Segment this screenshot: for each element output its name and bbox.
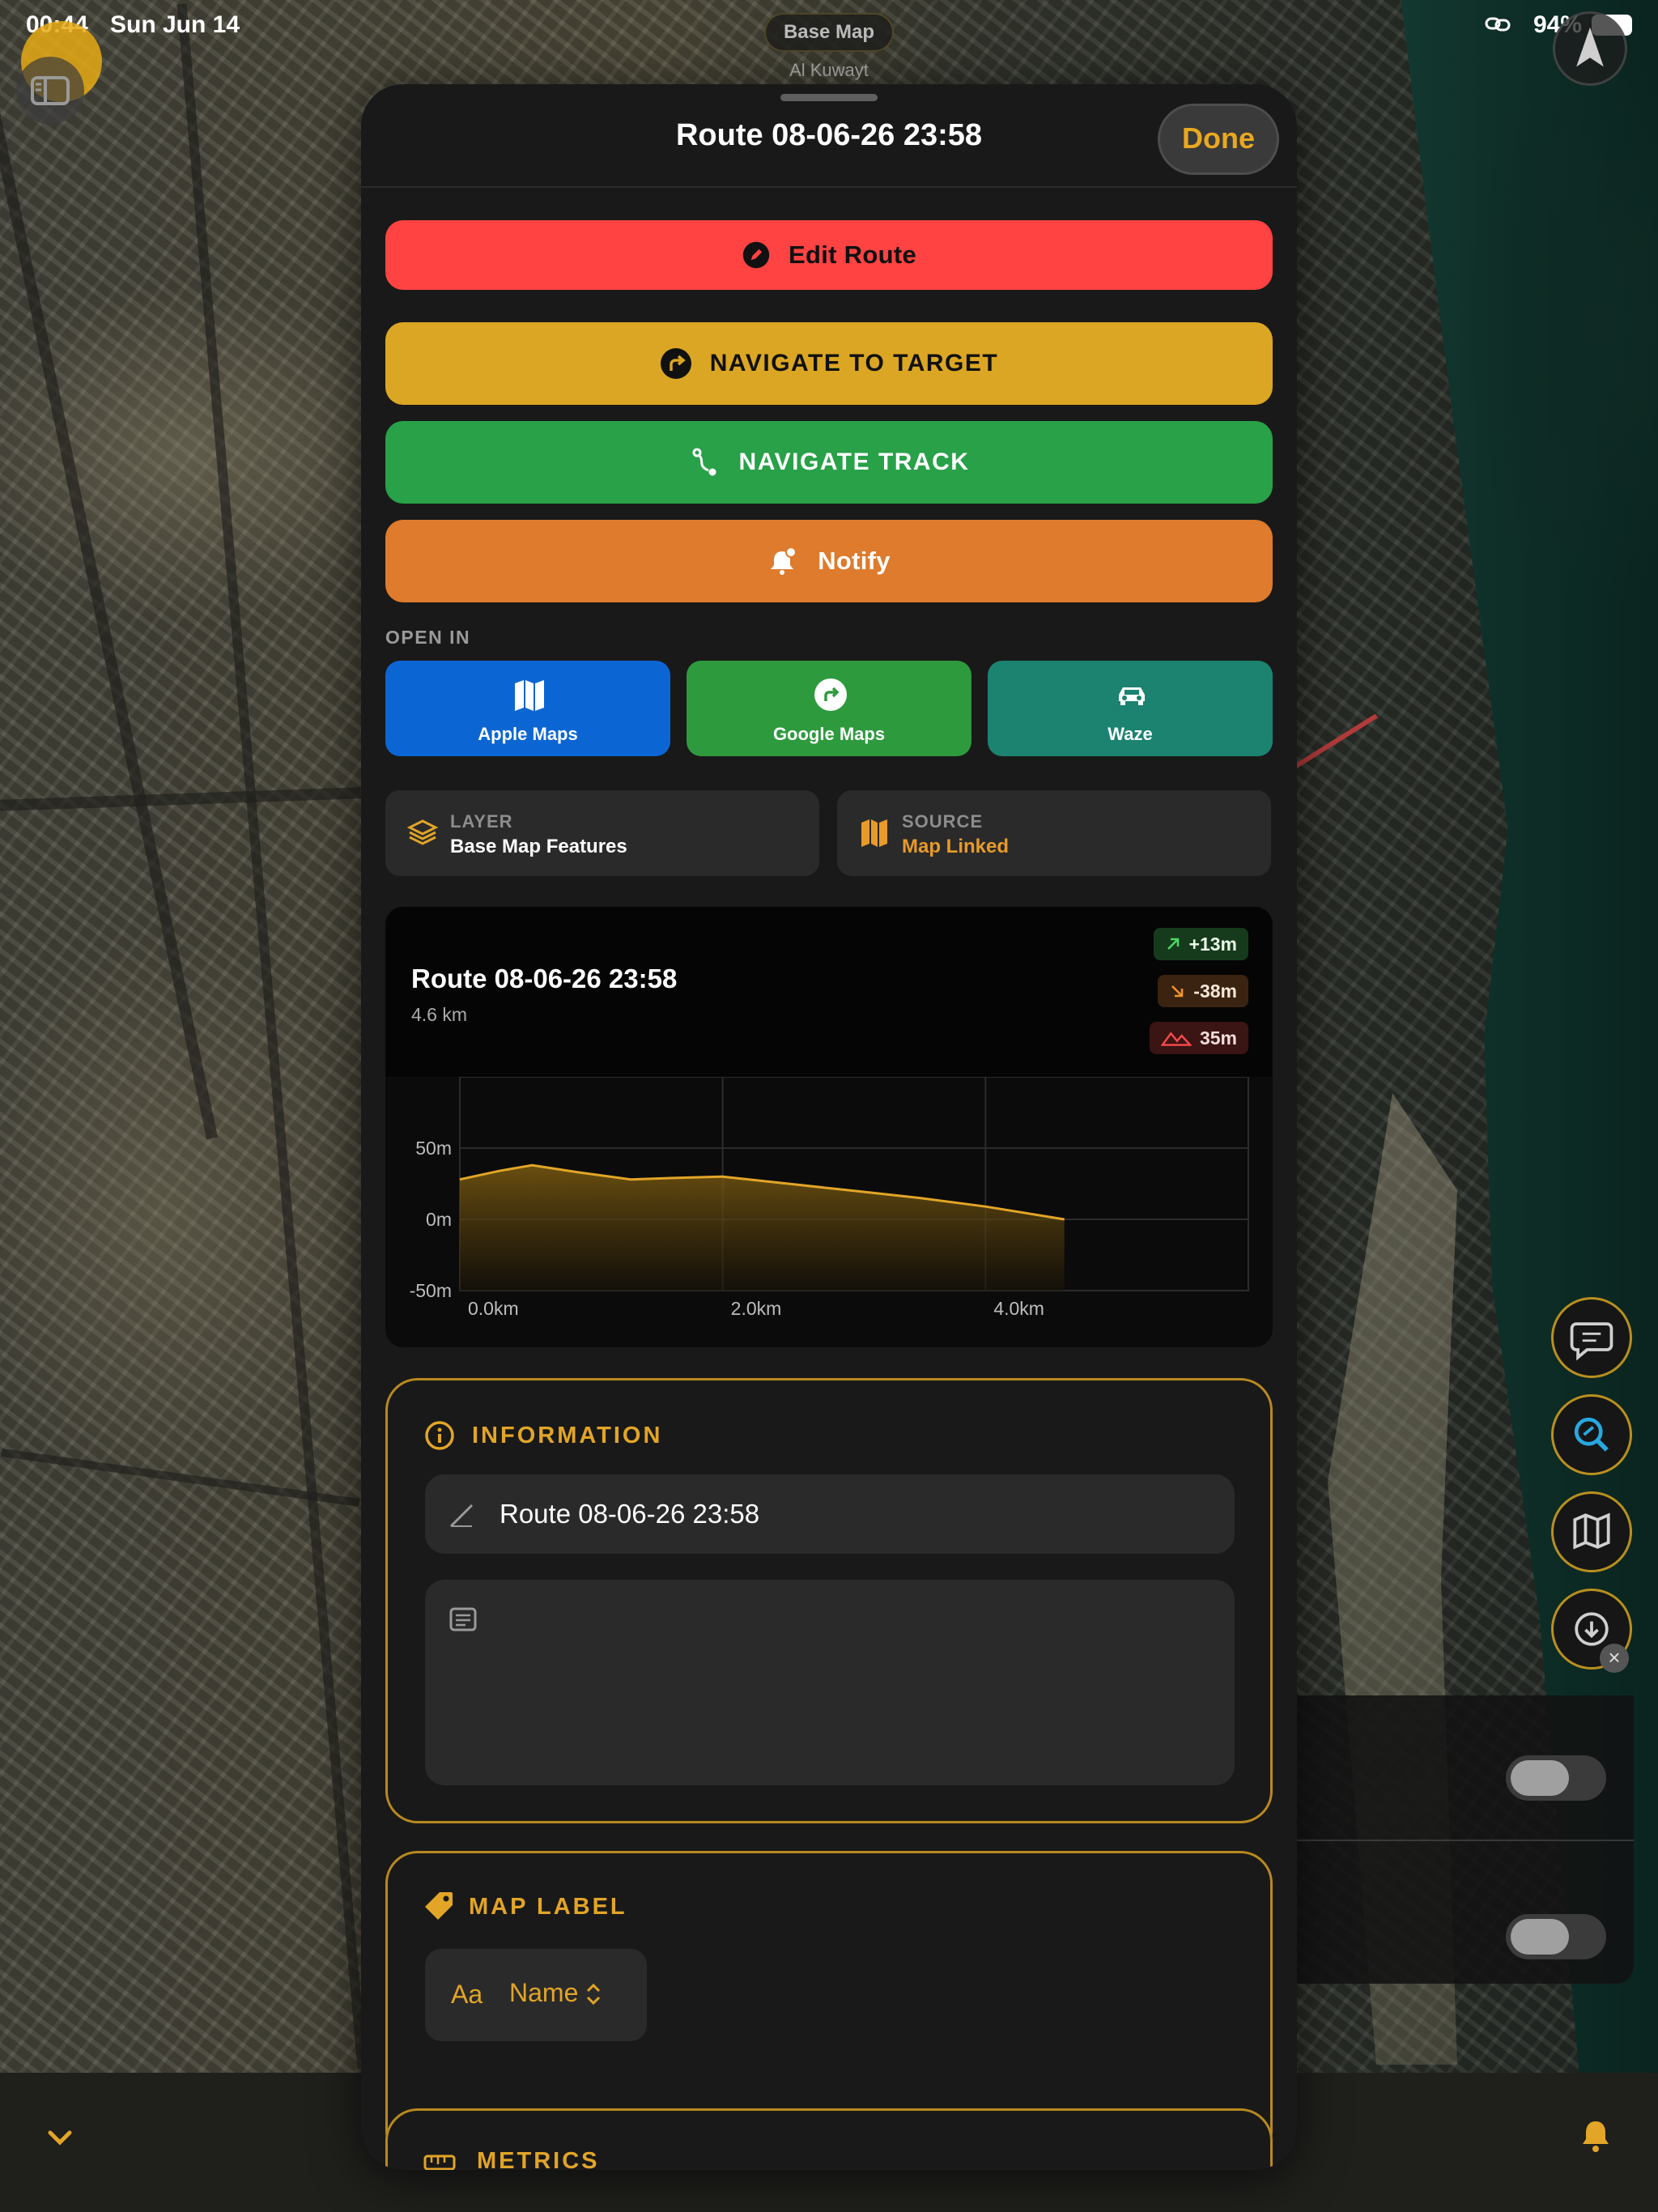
- info-icon: [425, 1421, 454, 1450]
- y-tick-label: 0m: [426, 1209, 452, 1230]
- elevation-title: Route 08-06-26 23:58: [411, 963, 678, 993]
- edit-route-label: Edit Route: [789, 240, 916, 269]
- metrics-title: METRICS: [477, 2148, 600, 2170]
- google-maps-button[interactable]: Google Maps: [687, 661, 971, 756]
- label-picker-value: Name: [509, 1978, 579, 2007]
- notes-field[interactable]: [425, 1580, 1235, 1785]
- max-elevation-badge: 35m: [1149, 1022, 1248, 1054]
- layer-toggle[interactable]: [1506, 1755, 1606, 1801]
- notify-button[interactable]: Notify: [385, 520, 1273, 602]
- ruler-icon: [423, 2155, 456, 2170]
- apple-maps-button[interactable]: Apple Maps: [385, 661, 670, 756]
- google-maps-label: Google Maps: [772, 724, 886, 744]
- x-tick-label: 0.0km: [468, 1298, 519, 1319]
- navigate-to-target-label: NAVIGATE TO TARGET: [709, 350, 999, 376]
- apple-maps-label: Apple Maps: [478, 724, 578, 744]
- link-icon: [1485, 17, 1511, 32]
- layers-panel: [1295, 1695, 1634, 1984]
- status-date: Sun Jun 14: [110, 11, 240, 38]
- elevation-chart: 50m 0m -50m 0.0km 2.0km 4.0km: [410, 1077, 1249, 1319]
- map-icon: [861, 819, 887, 847]
- layer-value: Base Map Features: [450, 836, 627, 857]
- car-icon: [1119, 687, 1145, 705]
- max-elevation-value: 35m: [1199, 1027, 1237, 1049]
- navigate-track-label: NAVIGATE TRACK: [738, 449, 970, 475]
- route-name-field[interactable]: Route 08-06-26 23:58: [425, 1474, 1235, 1554]
- turn-right-icon: [660, 348, 691, 379]
- source-caption: SOURCE: [902, 811, 984, 832]
- elevation-loss-value: -38m: [1193, 980, 1237, 1002]
- route-distance: 4.6 km: [411, 1004, 468, 1025]
- layer-caption: LAYER: [450, 811, 513, 832]
- source-card[interactable]: SOURCE Map Linked: [837, 790, 1271, 876]
- sidebar-icon: [31, 76, 70, 105]
- information-section: INFORMATION Route 08-06-26 23:58: [385, 1378, 1273, 1823]
- route-icon: [692, 448, 716, 476]
- close-icon[interactable]: ×: [1600, 1644, 1629, 1673]
- arrow-down-right-icon: [1171, 985, 1184, 998]
- chat-icon: [1570, 1322, 1613, 1361]
- y-tick-label: -50m: [410, 1280, 452, 1301]
- navigate-track-button[interactable]: NAVIGATE TRACK: [385, 421, 1273, 504]
- edit-route-button[interactable]: Edit Route: [385, 220, 1273, 290]
- waze-label: Waze: [1107, 724, 1153, 744]
- map-label-title: MAP LABEL: [469, 1894, 627, 1920]
- sheet-title: Route 08-06-26 23:58: [675, 118, 983, 152]
- bell-badge-icon: [771, 547, 797, 575]
- elevation-loss-badge: -38m: [1158, 975, 1248, 1007]
- chevron-up-down-icon: [586, 1983, 601, 2006]
- elevation-header: Route 08-06-26 23:58 4.6 km +13m -38m 35…: [385, 907, 1273, 1077]
- search-location-button[interactable]: [1551, 1394, 1632, 1475]
- search-icon: [1574, 1417, 1609, 1452]
- mountain-icon: [1160, 1032, 1192, 1046]
- route-name-value: Route 08-06-26 23:58: [500, 1499, 760, 1529]
- x-tick-label: 2.0km: [731, 1298, 782, 1319]
- pencil-icon: [742, 241, 770, 269]
- metrics-section: METRICS: [385, 2108, 1273, 2170]
- text-format-icon: Aa: [451, 1980, 483, 2009]
- map-region-label: Al Kuwayt: [789, 60, 869, 80]
- elevation-profile-card: Route 08-06-26 23:58 4.6 km +13m -38m 35…: [385, 907, 1273, 1347]
- y-tick-label: 50m: [415, 1138, 452, 1159]
- layer-toggle[interactable]: [1506, 1914, 1606, 1959]
- pencil-line-icon: [449, 1504, 474, 1528]
- directions-icon: [814, 678, 847, 711]
- x-tick-label: 4.0km: [993, 1298, 1044, 1319]
- elevation-gain-value: +13m: [1188, 933, 1237, 955]
- bell-icon[interactable]: [1575, 2115, 1616, 2155]
- route-detail-sheet: Route 08-06-26 23:58 Done Edit Route NAV…: [361, 84, 1297, 2170]
- chat-button[interactable]: [1551, 1297, 1632, 1378]
- location-arrow-icon: [1576, 27, 1604, 67]
- map-button[interactable]: [1551, 1491, 1632, 1572]
- location-button[interactable]: [1553, 11, 1627, 86]
- information-title: INFORMATION: [472, 1423, 663, 1448]
- map-icon: [1573, 1512, 1610, 1550]
- arrow-up-right-icon: [1167, 938, 1179, 950]
- layer-card[interactable]: LAYER Base Map Features: [385, 790, 819, 876]
- panel-divider: [1295, 1840, 1634, 1841]
- label-field-picker[interactable]: Aa Name: [425, 1949, 647, 2041]
- sidebar-toggle-button[interactable]: [16, 57, 84, 125]
- elevation-gain-badge: +13m: [1153, 928, 1248, 960]
- notify-label: Notify: [818, 547, 891, 575]
- sheet-header: Route 08-06-26 23:58 Done: [361, 84, 1297, 188]
- elevation-area: [460, 1165, 1065, 1291]
- source-value: Map Linked: [902, 836, 1010, 857]
- open-in-label: OPEN IN: [385, 627, 471, 648]
- chevron-down-icon[interactable]: [42, 2120, 78, 2155]
- done-button[interactable]: Done: [1158, 104, 1279, 175]
- navigate-to-target-button[interactable]: NAVIGATE TO TARGET: [385, 322, 1273, 405]
- note-icon: [449, 1607, 477, 1631]
- waze-button[interactable]: Waze: [988, 661, 1273, 756]
- layers-icon: [406, 819, 439, 845]
- base-map-pill[interactable]: Base Map: [764, 13, 894, 52]
- tag-icon: [425, 1892, 453, 1920]
- map-icon: [515, 680, 544, 711]
